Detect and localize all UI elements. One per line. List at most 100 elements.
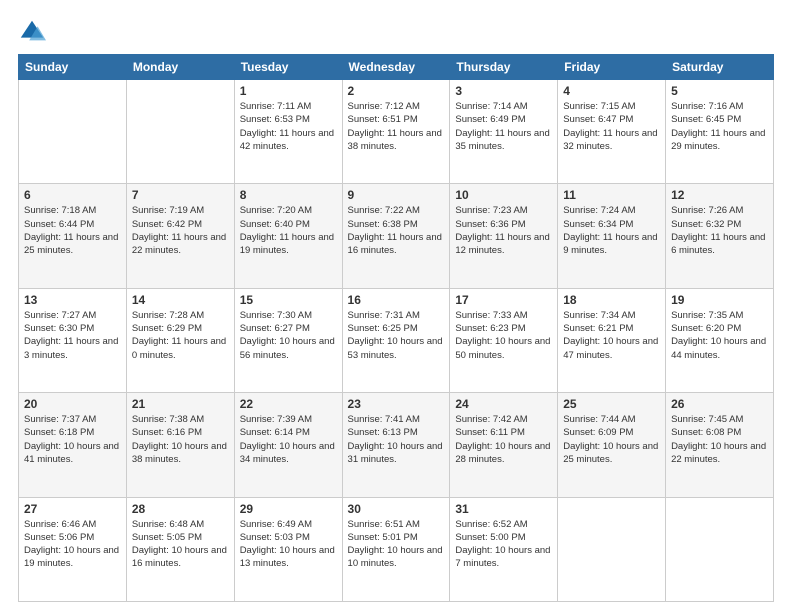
day-number: 29 xyxy=(240,502,337,516)
calendar-header: SundayMondayTuesdayWednesdayThursdayFrid… xyxy=(19,55,774,80)
day-cell: 3 Sunrise: 7:14 AM Sunset: 6:49 PM Daylig… xyxy=(450,80,558,184)
day-cell: 25 Sunrise: 7:44 AM Sunset: 6:09 PM Dayli… xyxy=(558,393,666,497)
day-cell: 19 Sunrise: 7:35 AM Sunset: 6:20 PM Dayli… xyxy=(666,288,774,392)
day-info: Sunrise: 7:34 AM Sunset: 6:21 PM Dayligh… xyxy=(563,309,660,362)
day-info: Sunrise: 7:39 AM Sunset: 6:14 PM Dayligh… xyxy=(240,413,337,466)
day-cell: 30 Sunrise: 6:51 AM Sunset: 5:01 PM Dayli… xyxy=(342,497,450,601)
day-info: Sunrise: 7:23 AM Sunset: 6:36 PM Dayligh… xyxy=(455,204,552,257)
day-cell: 27 Sunrise: 6:46 AM Sunset: 5:06 PM Dayli… xyxy=(19,497,127,601)
header xyxy=(18,18,774,46)
day-info: Sunrise: 7:33 AM Sunset: 6:23 PM Dayligh… xyxy=(455,309,552,362)
day-cell xyxy=(666,497,774,601)
logo-icon xyxy=(18,18,46,46)
day-cell: 20 Sunrise: 7:37 AM Sunset: 6:18 PM Dayli… xyxy=(19,393,127,497)
day-cell: 12 Sunrise: 7:26 AM Sunset: 6:32 PM Dayli… xyxy=(666,184,774,288)
page: SundayMondayTuesdayWednesdayThursdayFrid… xyxy=(0,0,792,612)
day-cell: 15Sunrise: 7:30 AM Sunset: 6:27 PM Dayli… xyxy=(234,288,342,392)
day-number: 22 xyxy=(240,397,337,411)
day-info: Sunrise: 7:37 AM Sunset: 6:18 PM Dayligh… xyxy=(24,413,121,466)
weekday-saturday: Saturday xyxy=(666,55,774,80)
day-number: 21 xyxy=(132,397,229,411)
day-number: 12 xyxy=(671,188,768,202)
day-number: 14 xyxy=(132,293,229,307)
day-info: Sunrise: 7:44 AM Sunset: 6:09 PM Dayligh… xyxy=(563,413,660,466)
day-info: Sunrise: 7:27 AM Sunset: 6:30 PM Dayligh… xyxy=(24,309,121,362)
week-row-0: 1 Sunrise: 7:11 AM Sunset: 6:53 PM Daylig… xyxy=(19,80,774,184)
day-number: 30 xyxy=(348,502,445,516)
day-number: 27 xyxy=(24,502,121,516)
day-number: 17 xyxy=(455,293,552,307)
day-number: 16 xyxy=(348,293,445,307)
day-number: 11 xyxy=(563,188,660,202)
day-info: Sunrise: 7:20 AM Sunset: 6:40 PM Dayligh… xyxy=(240,204,337,257)
day-cell: 21 Sunrise: 7:38 AM Sunset: 6:16 PM Dayli… xyxy=(126,393,234,497)
day-info: Sunrise: 7:41 AM Sunset: 6:13 PM Dayligh… xyxy=(348,413,445,466)
calendar-table: SundayMondayTuesdayWednesdayThursdayFrid… xyxy=(18,54,774,602)
day-cell: 17 Sunrise: 7:33 AM Sunset: 6:23 PM Dayli… xyxy=(450,288,558,392)
day-info: Sunrise: 7:18 AM Sunset: 6:44 PM Dayligh… xyxy=(24,204,121,257)
week-row-1: 6Sunrise: 7:18 AM Sunset: 6:44 PM Daylig… xyxy=(19,184,774,288)
day-cell xyxy=(19,80,127,184)
logo xyxy=(18,18,50,46)
day-cell: 22 Sunrise: 7:39 AM Sunset: 6:14 PM Dayli… xyxy=(234,393,342,497)
day-number: 3 xyxy=(455,84,552,98)
day-cell: 9Sunrise: 7:22 AM Sunset: 6:38 PM Daylig… xyxy=(342,184,450,288)
calendar-body: 1 Sunrise: 7:11 AM Sunset: 6:53 PM Daylig… xyxy=(19,80,774,602)
weekday-friday: Friday xyxy=(558,55,666,80)
day-cell: 4 Sunrise: 7:15 AM Sunset: 6:47 PM Daylig… xyxy=(558,80,666,184)
day-number: 18 xyxy=(563,293,660,307)
day-cell: 10 Sunrise: 7:23 AM Sunset: 6:36 PM Dayli… xyxy=(450,184,558,288)
day-number: 20 xyxy=(24,397,121,411)
day-cell xyxy=(126,80,234,184)
day-cell: 14 Sunrise: 7:28 AM Sunset: 6:29 PM Dayli… xyxy=(126,288,234,392)
day-number: 4 xyxy=(563,84,660,98)
weekday-thursday: Thursday xyxy=(450,55,558,80)
day-cell: 6Sunrise: 7:18 AM Sunset: 6:44 PM Daylig… xyxy=(19,184,127,288)
day-info: Sunrise: 7:38 AM Sunset: 6:16 PM Dayligh… xyxy=(132,413,229,466)
day-number: 7 xyxy=(132,188,229,202)
day-cell: 5Sunrise: 7:16 AM Sunset: 6:45 PM Daylig… xyxy=(666,80,774,184)
day-cell: 18 Sunrise: 7:34 AM Sunset: 6:21 PM Dayli… xyxy=(558,288,666,392)
day-info: Sunrise: 7:19 AM Sunset: 6:42 PM Dayligh… xyxy=(132,204,229,257)
day-info: Sunrise: 7:35 AM Sunset: 6:20 PM Dayligh… xyxy=(671,309,768,362)
day-number: 13 xyxy=(24,293,121,307)
day-cell: 11Sunrise: 7:24 AM Sunset: 6:34 PM Dayli… xyxy=(558,184,666,288)
day-cell: 26Sunrise: 7:45 AM Sunset: 6:08 PM Dayli… xyxy=(666,393,774,497)
day-cell: 29 Sunrise: 6:49 AM Sunset: 5:03 PM Dayli… xyxy=(234,497,342,601)
day-info: Sunrise: 7:26 AM Sunset: 6:32 PM Dayligh… xyxy=(671,204,768,257)
day-number: 31 xyxy=(455,502,552,516)
day-number: 1 xyxy=(240,84,337,98)
day-info: Sunrise: 7:11 AM Sunset: 6:53 PM Dayligh… xyxy=(240,100,337,153)
day-cell: 7 Sunrise: 7:19 AM Sunset: 6:42 PM Daylig… xyxy=(126,184,234,288)
day-cell: 24Sunrise: 7:42 AM Sunset: 6:11 PM Dayli… xyxy=(450,393,558,497)
day-info: Sunrise: 7:30 AM Sunset: 6:27 PM Dayligh… xyxy=(240,309,337,362)
day-info: Sunrise: 6:52 AM Sunset: 5:00 PM Dayligh… xyxy=(455,518,552,571)
day-info: Sunrise: 7:15 AM Sunset: 6:47 PM Dayligh… xyxy=(563,100,660,153)
weekday-sunday: Sunday xyxy=(19,55,127,80)
weekday-wednesday: Wednesday xyxy=(342,55,450,80)
day-cell: 8Sunrise: 7:20 AM Sunset: 6:40 PM Daylig… xyxy=(234,184,342,288)
day-number: 28 xyxy=(132,502,229,516)
day-cell: 16 Sunrise: 7:31 AM Sunset: 6:25 PM Dayli… xyxy=(342,288,450,392)
day-number: 25 xyxy=(563,397,660,411)
day-cell: 2 Sunrise: 7:12 AM Sunset: 6:51 PM Daylig… xyxy=(342,80,450,184)
week-row-3: 20 Sunrise: 7:37 AM Sunset: 6:18 PM Dayli… xyxy=(19,393,774,497)
weekday-header-row: SundayMondayTuesdayWednesdayThursdayFrid… xyxy=(19,55,774,80)
day-info: Sunrise: 6:46 AM Sunset: 5:06 PM Dayligh… xyxy=(24,518,121,571)
day-cell: 1 Sunrise: 7:11 AM Sunset: 6:53 PM Daylig… xyxy=(234,80,342,184)
day-info: Sunrise: 6:49 AM Sunset: 5:03 PM Dayligh… xyxy=(240,518,337,571)
day-info: Sunrise: 7:14 AM Sunset: 6:49 PM Dayligh… xyxy=(455,100,552,153)
day-info: Sunrise: 7:31 AM Sunset: 6:25 PM Dayligh… xyxy=(348,309,445,362)
day-info: Sunrise: 6:51 AM Sunset: 5:01 PM Dayligh… xyxy=(348,518,445,571)
day-info: Sunrise: 7:12 AM Sunset: 6:51 PM Dayligh… xyxy=(348,100,445,153)
day-cell: 23Sunrise: 7:41 AM Sunset: 6:13 PM Dayli… xyxy=(342,393,450,497)
day-number: 19 xyxy=(671,293,768,307)
day-number: 5 xyxy=(671,84,768,98)
day-number: 2 xyxy=(348,84,445,98)
day-number: 24 xyxy=(455,397,552,411)
day-cell: 31 Sunrise: 6:52 AM Sunset: 5:00 PM Dayli… xyxy=(450,497,558,601)
day-number: 10 xyxy=(455,188,552,202)
day-info: Sunrise: 7:28 AM Sunset: 6:29 PM Dayligh… xyxy=(132,309,229,362)
weekday-tuesday: Tuesday xyxy=(234,55,342,80)
day-cell xyxy=(558,497,666,601)
